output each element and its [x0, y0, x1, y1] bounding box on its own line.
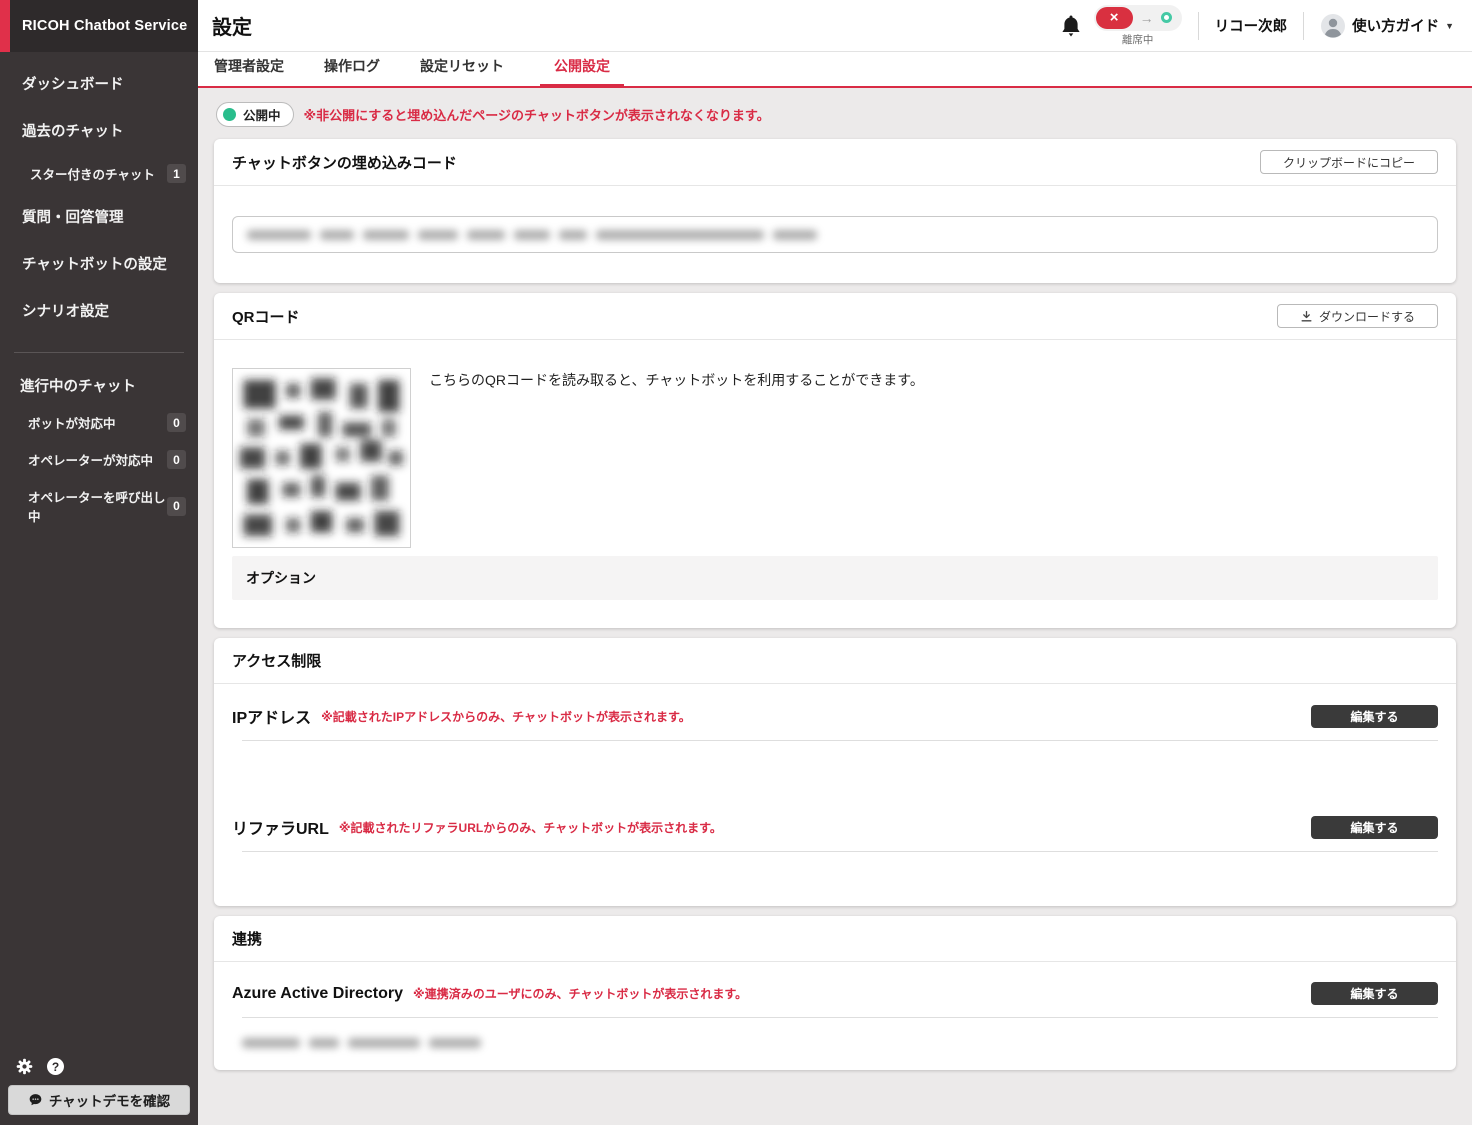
access-restriction-title: アクセス制限 [232, 650, 321, 671]
sidebar-item-label: 質問・回答管理 [22, 206, 124, 227]
sidebar-item-label: シナリオ設定 [22, 300, 109, 321]
ip-address-label: IPアドレス [232, 704, 311, 728]
sidebar-nav: ダッシュボード 過去のチャット スター付きのチャット 1 質問・回答管理 チャッ… [0, 52, 198, 534]
sidebar-item-scenario-settings[interactable]: シナリオ設定 [0, 287, 198, 334]
download-qr-button[interactable]: ダウンロードする [1277, 304, 1438, 328]
sidebar-item-bot-handling[interactable]: ボットが対応中 0 [0, 404, 198, 441]
chat-demo-button-label: チャットデモを確認 [49, 1090, 170, 1110]
qr-option-label: オプション [246, 570, 316, 586]
sidebar-item-label: ボットが対応中 [28, 413, 116, 432]
presence-status-label: 離席中 [1122, 32, 1154, 47]
ip-address-row: IPアドレス ※記載されたIPアドレスからのみ、チャットボットが表示されます。 … [214, 684, 1456, 740]
azure-ad-note: ※連携済みのユーザにのみ、チャットボットが表示されます。 [413, 985, 747, 1002]
guide-menu[interactable]: 使い方ガイド ▼ [1320, 13, 1454, 39]
embed-code-title: チャットボタンの埋め込みコード [232, 152, 457, 173]
redacted-embed-code [247, 230, 817, 240]
presence-control: × → 離席中 [1094, 5, 1182, 47]
edit-azure-ad-button[interactable]: 編集する [1311, 982, 1438, 1005]
tab-publish-settings[interactable]: 公開設定 [540, 48, 624, 88]
main-area: 設定 × → 離席中 リコー次郎 [198, 0, 1472, 1125]
divider [1198, 12, 1199, 40]
sidebar-item-label: オペレーターが対応中 [28, 450, 153, 469]
sidebar-item-label: スター付きのチャット [30, 164, 155, 183]
settings-gear-icon[interactable] [16, 1058, 33, 1075]
sidebar-item-qa-management[interactable]: 質問・回答管理 [0, 193, 198, 240]
presence-available-icon [1161, 12, 1172, 23]
publish-status-badge: 公開中 [216, 102, 294, 127]
referrer-url-label: リファラURL [232, 815, 329, 839]
settings-tabbar: 管理者設定 操作ログ 設定リセット 公開設定 [198, 52, 1472, 88]
user-name: リコー次郎 [1215, 15, 1288, 36]
embed-code-input[interactable] [232, 216, 1438, 253]
azure-ad-row: Azure Active Directory ※連携済みのユーザにのみ、チャット… [214, 962, 1456, 1017]
download-qr-button-label: ダウンロードする [1319, 308, 1415, 325]
avatar [1320, 13, 1346, 39]
sidebar-item-label: ダッシュボード [22, 73, 124, 94]
active-chats-section-title: 進行中のチャット [0, 353, 198, 404]
chat-demo-button[interactable]: チャットデモを確認 [8, 1085, 190, 1115]
referrer-url-note: ※記載されたリファラURLからのみ、チャットボットが表示されます。 [339, 819, 722, 836]
app-logo-text: RICOH Chatbot Service [22, 18, 187, 34]
ip-address-empty-list [214, 741, 1456, 795]
ip-address-note: ※記載されたIPアドレスからのみ、チャットボットが表示されます。 [321, 708, 691, 725]
presence-away-icon: × [1096, 7, 1133, 29]
tab-admin-settings[interactable]: 管理者設定 [210, 48, 288, 88]
sidebar-item-past-chats[interactable]: 過去のチャット [0, 107, 198, 154]
sidebar: RICOH Chatbot Service ダッシュボード 過去のチャット スタ… [0, 0, 198, 1125]
tab-settings-reset[interactable]: 設定リセット [416, 48, 508, 88]
azure-ad-label: Azure Active Directory [232, 985, 403, 1003]
sidebar-item-label: 過去のチャット [22, 120, 123, 141]
divider [1303, 12, 1304, 40]
content-area: 公開中 ※非公開にすると埋め込んだページのチャットボタンが表示されなくなります。… [198, 88, 1472, 1125]
edit-referrer-url-button[interactable]: 編集する [1311, 816, 1438, 839]
qr-code-image [232, 368, 411, 548]
sidebar-item-label: オペレーターを呼び出し中 [28, 487, 167, 525]
help-icon[interactable]: ? [47, 1058, 64, 1075]
sidebar-item-starred-chats[interactable]: スター付きのチャット 1 [0, 154, 198, 193]
publish-warning-text: ※非公開にすると埋め込んだページのチャットボタンが表示されなくなります。 [304, 105, 770, 124]
referrer-url-empty-list [214, 852, 1456, 906]
sidebar-item-dashboard[interactable]: ダッシュボード [0, 60, 198, 107]
starred-count-badge: 1 [167, 164, 186, 183]
sidebar-item-label: チャットボットの設定 [22, 253, 167, 274]
sidebar-item-chatbot-settings[interactable]: チャットボットの設定 [0, 240, 198, 287]
sidebar-item-operator-calling[interactable]: オペレーターを呼び出し中 0 [0, 478, 198, 534]
access-restriction-card: アクセス制限 IPアドレス ※記載されたIPアドレスからのみ、チャットボットが表… [214, 638, 1456, 906]
app-logo: RICOH Chatbot Service [0, 0, 198, 52]
chat-bubble-icon [28, 1093, 43, 1107]
download-icon [1300, 310, 1313, 323]
edit-ip-address-button[interactable]: 編集する [1311, 705, 1438, 728]
publish-status-label: 公開中 [243, 105, 281, 124]
page-title: 設定 [212, 11, 252, 40]
arrow-right-icon: → [1140, 10, 1154, 26]
integration-title: 連携 [232, 928, 262, 949]
bot-handling-count-badge: 0 [167, 413, 186, 432]
qr-description: こちらのQRコードを読み取ると、チャットボットを利用することができます。 [429, 368, 924, 548]
integration-card: 連携 Azure Active Directory ※連携済みのユーザにのみ、チ… [214, 916, 1456, 1070]
guide-label: 使い方ガイド [1352, 15, 1439, 36]
sidebar-item-operator-handling[interactable]: オペレーターが対応中 0 [0, 441, 198, 478]
redacted-tenant-info [242, 1038, 1438, 1048]
referrer-url-row: リファラURL ※記載されたリファラURLからのみ、チャットボットが表示されます… [214, 795, 1456, 851]
qr-code-title: QRコード [232, 306, 300, 327]
chevron-down-icon: ▼ [1445, 21, 1454, 31]
operator-handling-count-badge: 0 [167, 450, 186, 469]
presence-toggle[interactable]: × → [1094, 5, 1182, 31]
tab-operation-log[interactable]: 操作ログ [320, 48, 384, 88]
top-bar: 設定 × → 離席中 リコー次郎 [198, 0, 1472, 52]
operator-calling-count-badge: 0 [167, 497, 186, 516]
embed-code-card: チャットボタンの埋め込みコード クリップボードにコピー [214, 139, 1456, 283]
sidebar-bottom: ? チャットデモを確認 [0, 1058, 198, 1125]
qr-option-row[interactable]: オプション [232, 556, 1438, 600]
qr-code-card: QRコード ダウンロードする [214, 293, 1456, 628]
publish-notice-row: 公開中 ※非公開にすると埋め込んだページのチャットボタンが表示されなくなります。 [216, 102, 1456, 127]
copy-to-clipboard-button[interactable]: クリップボードにコピー [1260, 150, 1438, 174]
notification-bell-icon[interactable] [1060, 14, 1082, 38]
published-dot-icon [223, 108, 236, 121]
